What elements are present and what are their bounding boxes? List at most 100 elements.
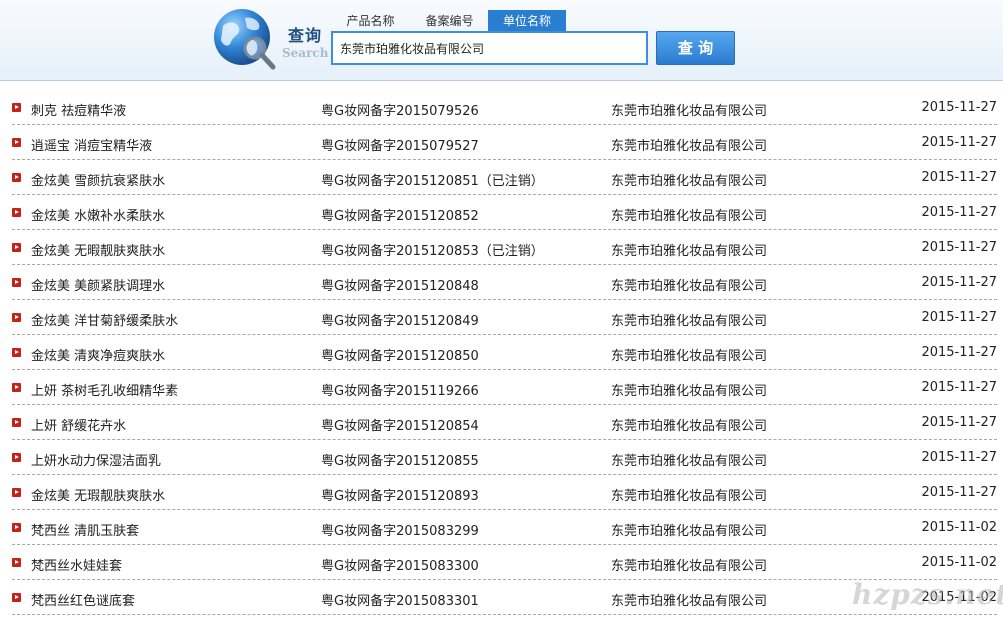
tab-company-name[interactable]: 单位名称 [488, 10, 566, 32]
company-name: 东莞市珀雅化妆品有限公司 [611, 559, 768, 574]
record-number: 粤G妆网备字2015120851（已注销） [321, 174, 544, 189]
arrow-bullet-icon [12, 208, 21, 217]
record-number: 粤G妆网备字2015120853（已注销） [321, 244, 544, 259]
list-item: 梵西丝 清肌玉肤套 粤G妆网备字2015083299 东莞市珀雅化妆品有限公司 201… [12, 510, 997, 545]
arrow-bullet-icon [12, 313, 21, 322]
record-date: 2015-11-27 [921, 205, 997, 220]
list-item: 上妍水动力保湿洁面乳 粤G妆网备字2015120855 东莞市珀雅化妆品有限公司 20… [12, 440, 997, 475]
record-date: 2015-11-27 [921, 485, 997, 500]
company-name: 东莞市珀雅化妆品有限公司 [611, 384, 768, 399]
product-name-link[interactable]: 金炫美 无暇靓肤爽肤水 [31, 240, 165, 259]
company-name: 东莞市珀雅化妆品有限公司 [611, 244, 768, 259]
record-number: 粤G妆网备字2015079527 [321, 139, 479, 154]
arrow-bullet-icon [12, 523, 21, 532]
product-name-link[interactable]: 金炫美 美颜紧肤调理水 [31, 275, 165, 294]
list-item: 金炫美 无瑕靓肤爽肤水 粤G妆网备字2015120893 东莞市珀雅化妆品有限公司 2… [12, 475, 997, 510]
record-number: 粤G妆网备字2015120852 [321, 209, 479, 224]
arrow-bullet-icon [12, 103, 21, 112]
product-name-link[interactable]: 刺克 祛痘精华液 [31, 100, 126, 119]
list-item: 金炫美 美颜紧肤调理水 粤G妆网备字2015120848 东莞市珀雅化妆品有限公司 2… [12, 265, 997, 300]
product-name-link[interactable]: 金炫美 无瑕靓肤爽肤水 [31, 485, 165, 504]
list-item: 金炫美 雪颜抗衰紧肤水 粤G妆网备字2015120851（已注销） 东莞市珀雅化妆品… [12, 160, 997, 195]
company-name: 东莞市珀雅化妆品有限公司 [611, 489, 768, 504]
tab-record-number[interactable]: 备案编号 [412, 10, 487, 32]
company-name: 东莞市珀雅化妆品有限公司 [611, 454, 768, 469]
product-name-link[interactable]: 金炫美 水嫩补水柔肤水 [31, 205, 165, 224]
record-date: 2015-11-02 [921, 555, 997, 570]
record-date: 2015-11-27 [921, 100, 997, 115]
arrow-bullet-icon [12, 348, 21, 357]
arrow-bullet-icon [12, 278, 21, 287]
product-name-link[interactable]: 金炫美 清爽净痘爽肤水 [31, 345, 165, 364]
record-number: 粤G妆网备字2015119266 [321, 384, 479, 399]
record-number: 粤G妆网备字2015120848 [321, 279, 479, 294]
product-name-link[interactable]: 上妍 舒缓花卉水 [31, 415, 126, 434]
record-date: 2015-11-27 [921, 450, 997, 465]
company-name: 东莞市珀雅化妆品有限公司 [611, 594, 768, 609]
list-item: 金炫美 洋甘菊舒缓柔肤水 粤G妆网备字2015120849 东莞市珀雅化妆品有限公司… [12, 300, 997, 335]
record-number: 粤G妆网备字2015120849 [321, 314, 479, 329]
product-name-link[interactable]: 逍遥宝 消痘宝精华液 [31, 135, 152, 154]
record-number: 粤G妆网备字2015083299 [321, 524, 479, 539]
product-name-link[interactable]: 梵西丝红色谜底套 [31, 590, 135, 609]
arrow-bullet-icon [12, 243, 21, 252]
record-number: 粤G妆网备字2015083300 [321, 559, 479, 574]
product-name-link[interactable]: 上妍水动力保湿洁面乳 [31, 450, 161, 469]
arrow-bullet-icon [12, 418, 21, 427]
search-subtitle: Search [282, 46, 329, 60]
company-name: 东莞市珀雅化妆品有限公司 [611, 104, 768, 119]
company-name: 东莞市珀雅化妆品有限公司 [611, 139, 768, 154]
record-date: 2015-11-27 [921, 135, 997, 150]
list-item: 上妍 茶树毛孔收细精华素 粤G妆网备字2015119266 东莞市珀雅化妆品有限公司… [12, 370, 997, 405]
record-date: 2015-11-27 [921, 240, 997, 255]
results-list: 刺克 祛痘精华液 粤G妆网备字2015079526 东莞市珀雅化妆品有限公司 2015… [12, 90, 997, 615]
company-name: 东莞市珀雅化妆品有限公司 [611, 209, 768, 224]
list-item: 金炫美 水嫩补水柔肤水 粤G妆网备字2015120852 东莞市珀雅化妆品有限公司 2… [12, 195, 997, 230]
arrow-bullet-icon [12, 558, 21, 567]
site-watermark: hzpzs.net [852, 578, 1003, 611]
product-name-link[interactable]: 梵西丝水娃娃套 [31, 555, 122, 574]
arrow-bullet-icon [12, 593, 21, 602]
company-name: 东莞市珀雅化妆品有限公司 [611, 314, 768, 329]
company-name: 东莞市珀雅化妆品有限公司 [611, 279, 768, 294]
company-name: 东莞市珀雅化妆品有限公司 [611, 419, 768, 434]
record-number: 粤G妆网备字2015120855 [321, 454, 479, 469]
search-input[interactable] [331, 31, 648, 65]
record-date: 2015-11-27 [921, 380, 997, 395]
product-name-link[interactable]: 金炫美 洋甘菊舒缓柔肤水 [31, 310, 178, 329]
arrow-bullet-icon [12, 453, 21, 462]
list-item: 梵西丝红色谜底套 粤G妆网备字2015083301 东莞市珀雅化妆品有限公司 2015… [12, 580, 997, 615]
globe-search-icon [214, 9, 276, 70]
list-item: 金炫美 清爽净痘爽肤水 粤G妆网备字2015120850 东莞市珀雅化妆品有限公司 2… [12, 335, 997, 370]
record-date: 2015-11-02 [921, 520, 997, 535]
search-header: 查询 Search 产品名称 备案编号 单位名称 查 询 [0, 0, 1003, 81]
record-number: 粤G妆网备字2015079526 [321, 104, 479, 119]
arrow-bullet-icon [12, 173, 21, 182]
product-name-link[interactable]: 梵西丝 清肌玉肤套 [31, 520, 139, 539]
record-date: 2015-11-27 [921, 415, 997, 430]
record-date: 2015-11-27 [921, 310, 997, 325]
record-date: 2015-11-27 [921, 275, 997, 290]
record-date: 2015-11-27 [921, 170, 997, 185]
record-number: 粤G妆网备字2015120850 [321, 349, 479, 364]
list-item: 金炫美 无暇靓肤爽肤水 粤G妆网备字2015120853（已注销） 东莞市珀雅化妆品… [12, 230, 997, 265]
list-item: 上妍 舒缓花卉水 粤G妆网备字2015120854 东莞市珀雅化妆品有限公司 2015… [12, 405, 997, 440]
arrow-bullet-icon [12, 138, 21, 147]
product-name-link[interactable]: 上妍 茶树毛孔收细精华素 [31, 380, 178, 399]
list-item: 梵西丝水娃娃套 粤G妆网备字2015083300 东莞市珀雅化妆品有限公司 2015-… [12, 545, 997, 580]
record-number: 粤G妆网备字2015120893 [321, 489, 479, 504]
list-item: 刺克 祛痘精华液 粤G妆网备字2015079526 东莞市珀雅化妆品有限公司 2015… [12, 90, 997, 125]
search-title: 查询 [288, 26, 323, 45]
tab-product-name[interactable]: 产品名称 [333, 10, 408, 32]
record-number: 粤G妆网备字2015083301 [321, 594, 479, 609]
arrow-bullet-icon [12, 488, 21, 497]
arrow-bullet-icon [12, 383, 21, 392]
product-name-link[interactable]: 金炫美 雪颜抗衰紧肤水 [31, 170, 165, 189]
record-date: 2015-11-27 [921, 345, 997, 360]
company-name: 东莞市珀雅化妆品有限公司 [611, 349, 768, 364]
list-item: 逍遥宝 消痘宝精华液 粤G妆网备字2015079527 东莞市珀雅化妆品有限公司 20… [12, 125, 997, 160]
record-number: 粤G妆网备字2015120854 [321, 419, 479, 434]
company-name: 东莞市珀雅化妆品有限公司 [611, 524, 768, 539]
company-name: 东莞市珀雅化妆品有限公司 [611, 174, 768, 189]
search-button[interactable]: 查 询 [656, 31, 735, 65]
